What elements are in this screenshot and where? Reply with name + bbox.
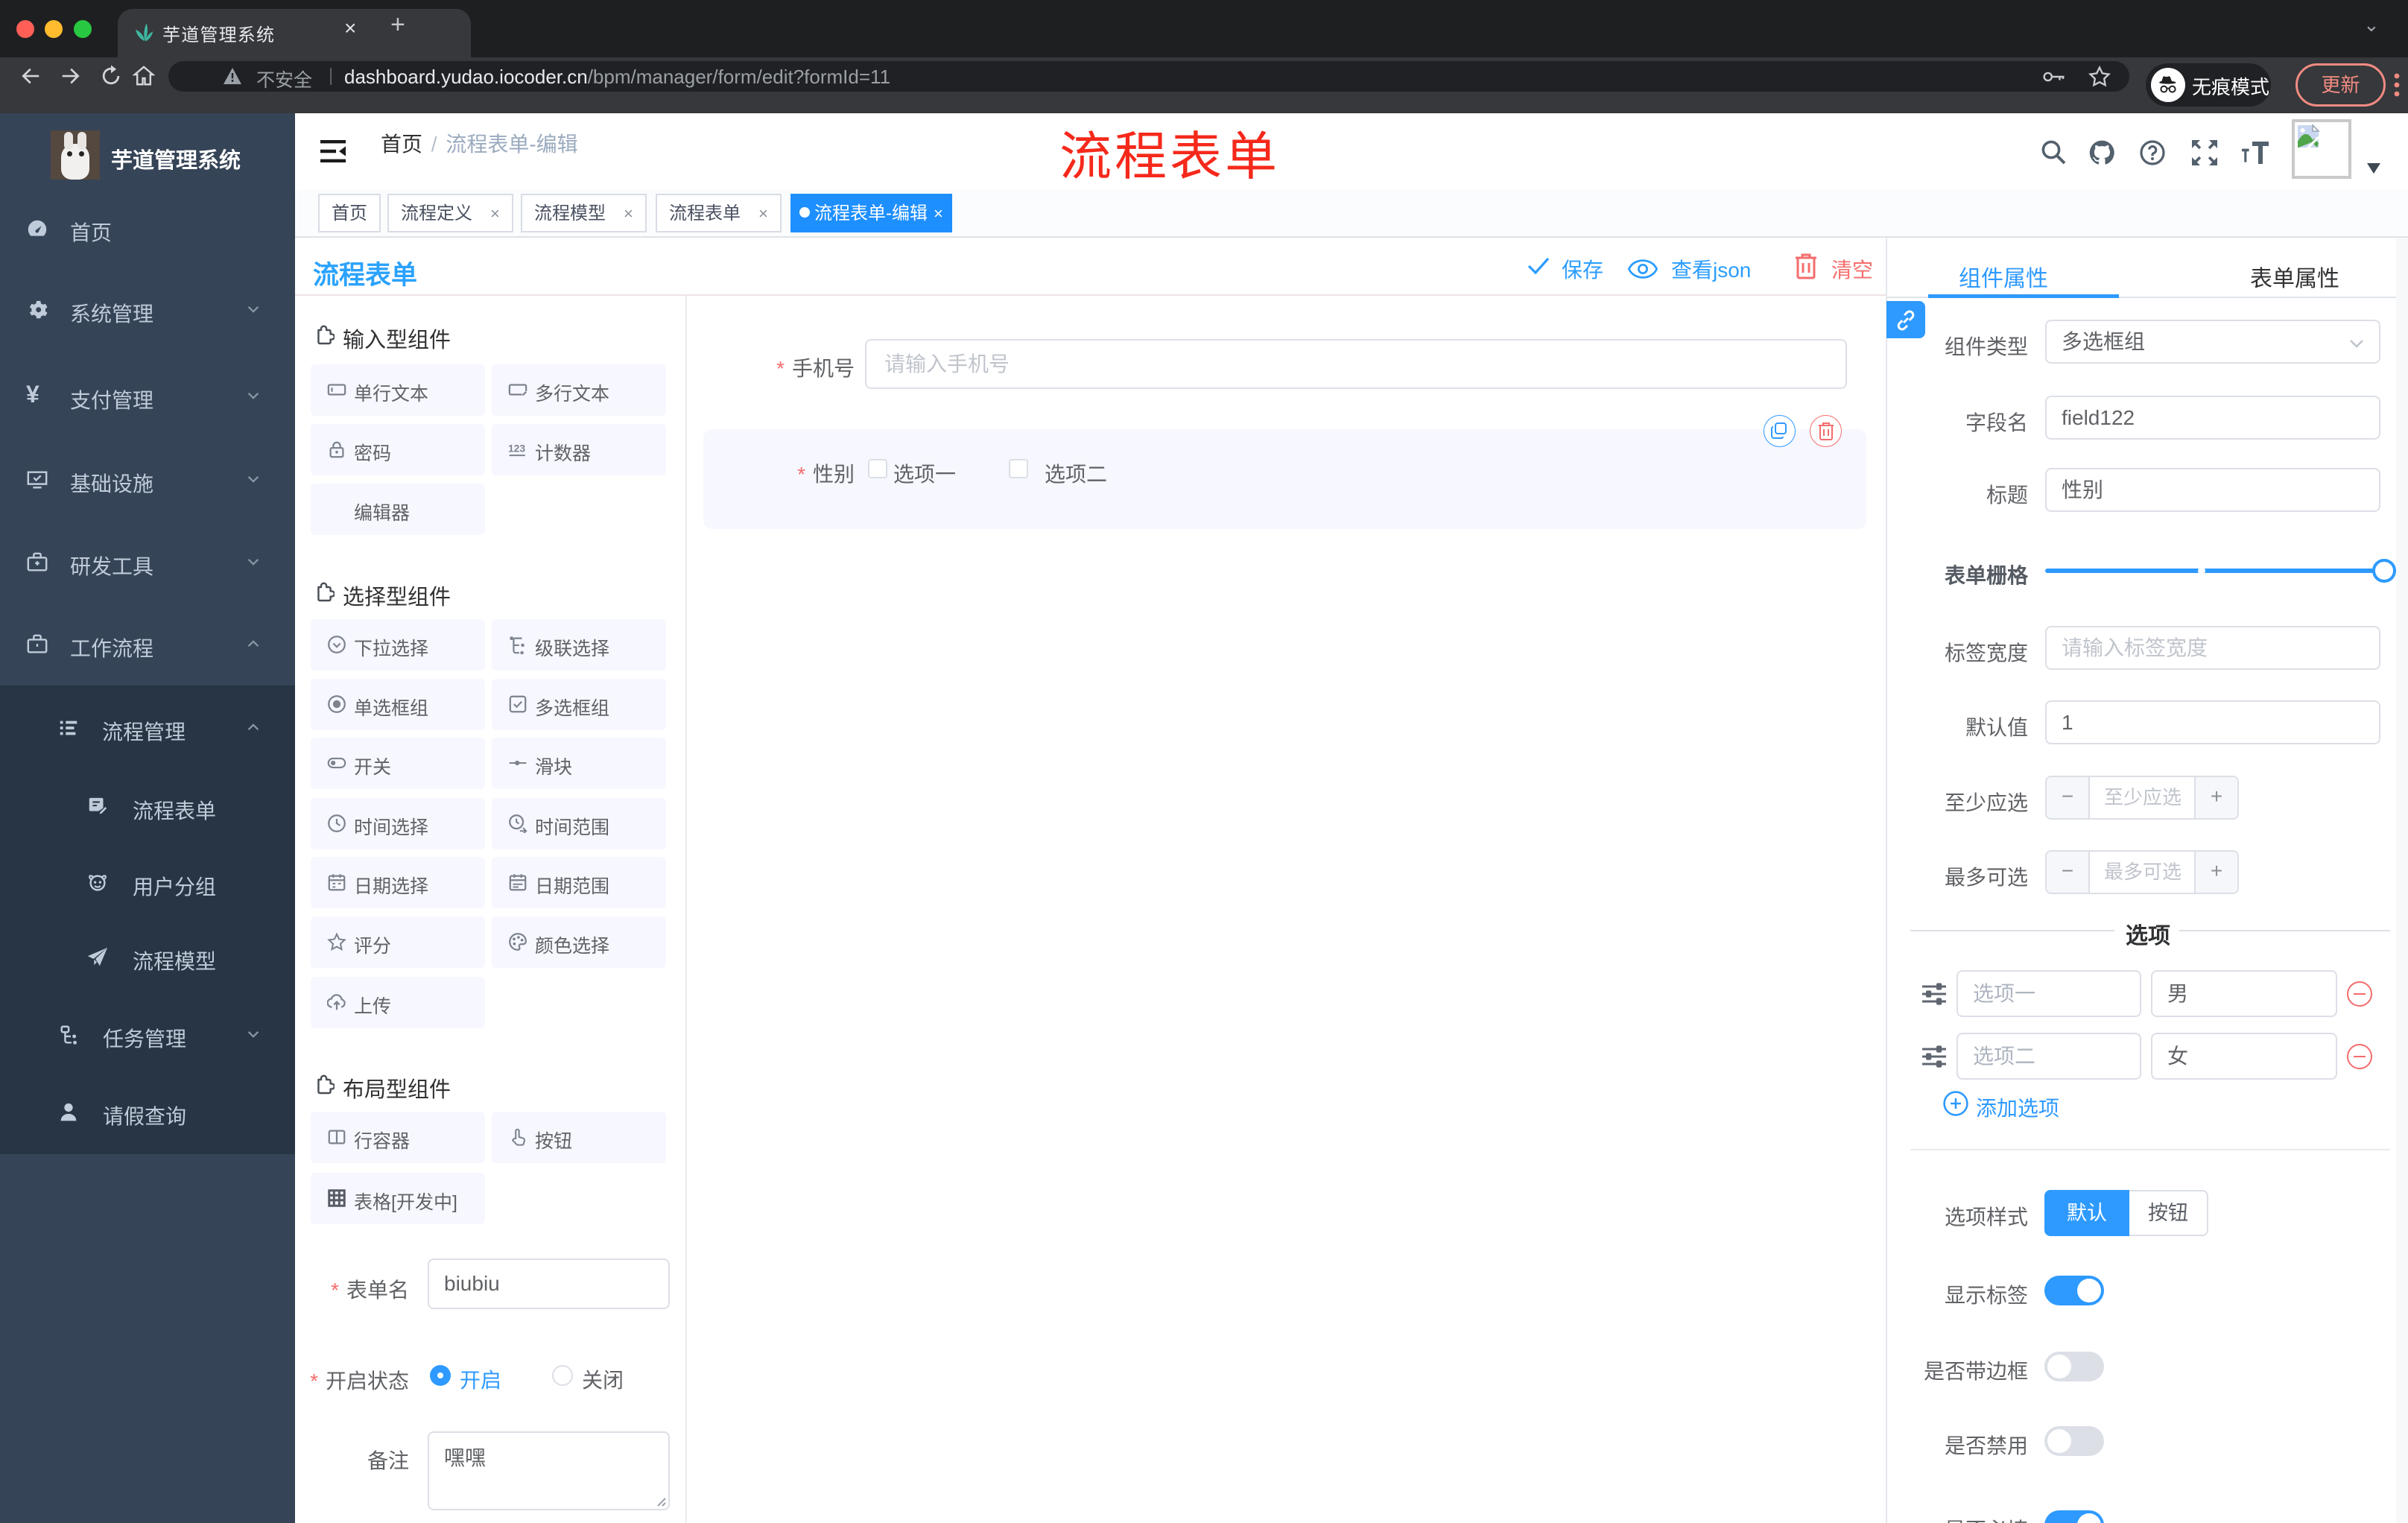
- svg-text:123: 123: [508, 442, 525, 454]
